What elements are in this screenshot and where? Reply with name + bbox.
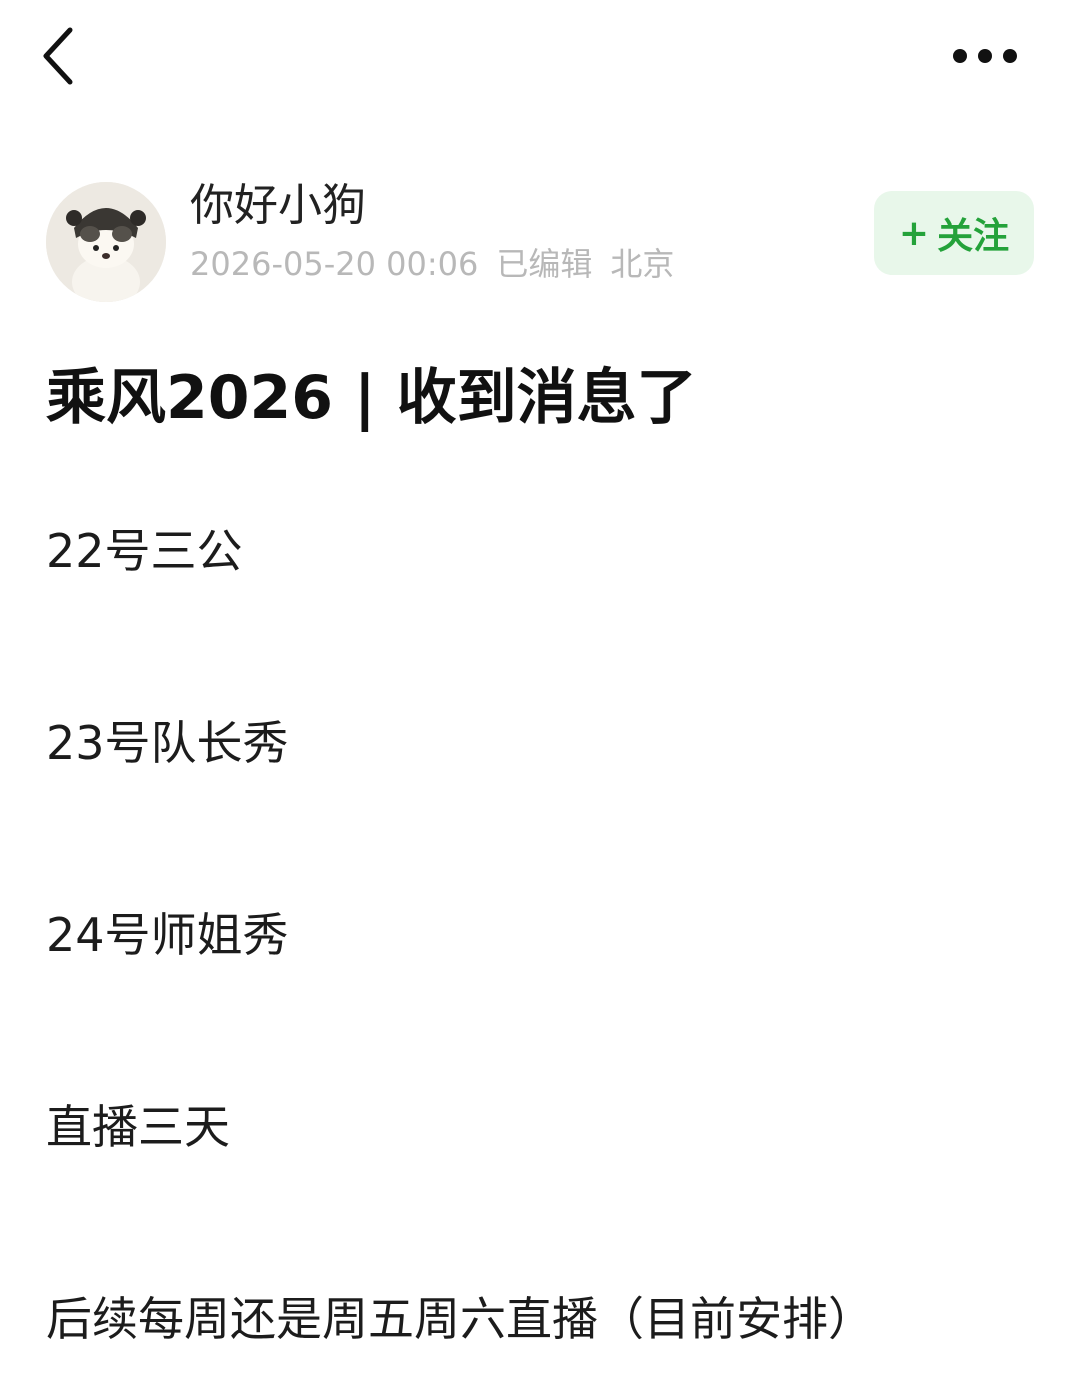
post-location: 北京 bbox=[610, 245, 675, 283]
author-name[interactable]: 你好小狗 bbox=[190, 180, 366, 232]
more-options-button[interactable] bbox=[940, 34, 1030, 78]
follow-label: 关注 bbox=[937, 216, 1010, 257]
chevron-left-icon bbox=[43, 27, 73, 85]
post-line: 22号三公 bbox=[46, 524, 243, 578]
post-line: 后续每周还是周五周六直播（目前安排） bbox=[46, 1292, 874, 1346]
ellipsis-icon bbox=[953, 49, 1017, 63]
post-timestamp: 2026-05-20 00:06 bbox=[190, 245, 479, 283]
post-title: 乘风2026 | 收到消息了 bbox=[46, 363, 697, 433]
follow-button[interactable]: + 关注 bbox=[874, 191, 1034, 275]
dog-avatar-icon bbox=[46, 182, 166, 302]
back-button[interactable] bbox=[30, 22, 94, 90]
post-line: 直播三天 bbox=[46, 1100, 230, 1154]
top-bar bbox=[0, 0, 1080, 120]
post-meta: 2026-05-20 00:06 已编辑 北京 bbox=[190, 244, 692, 284]
plus-icon: + bbox=[898, 212, 930, 254]
avatar[interactable] bbox=[46, 182, 166, 302]
post-line: 24号师姐秀 bbox=[46, 908, 289, 962]
author-header: 你好小狗 2026-05-20 00:06 已编辑 北京 + 关注 bbox=[0, 170, 1080, 302]
post-line: 23号队长秀 bbox=[46, 716, 289, 770]
edited-label: 已编辑 bbox=[496, 245, 593, 283]
